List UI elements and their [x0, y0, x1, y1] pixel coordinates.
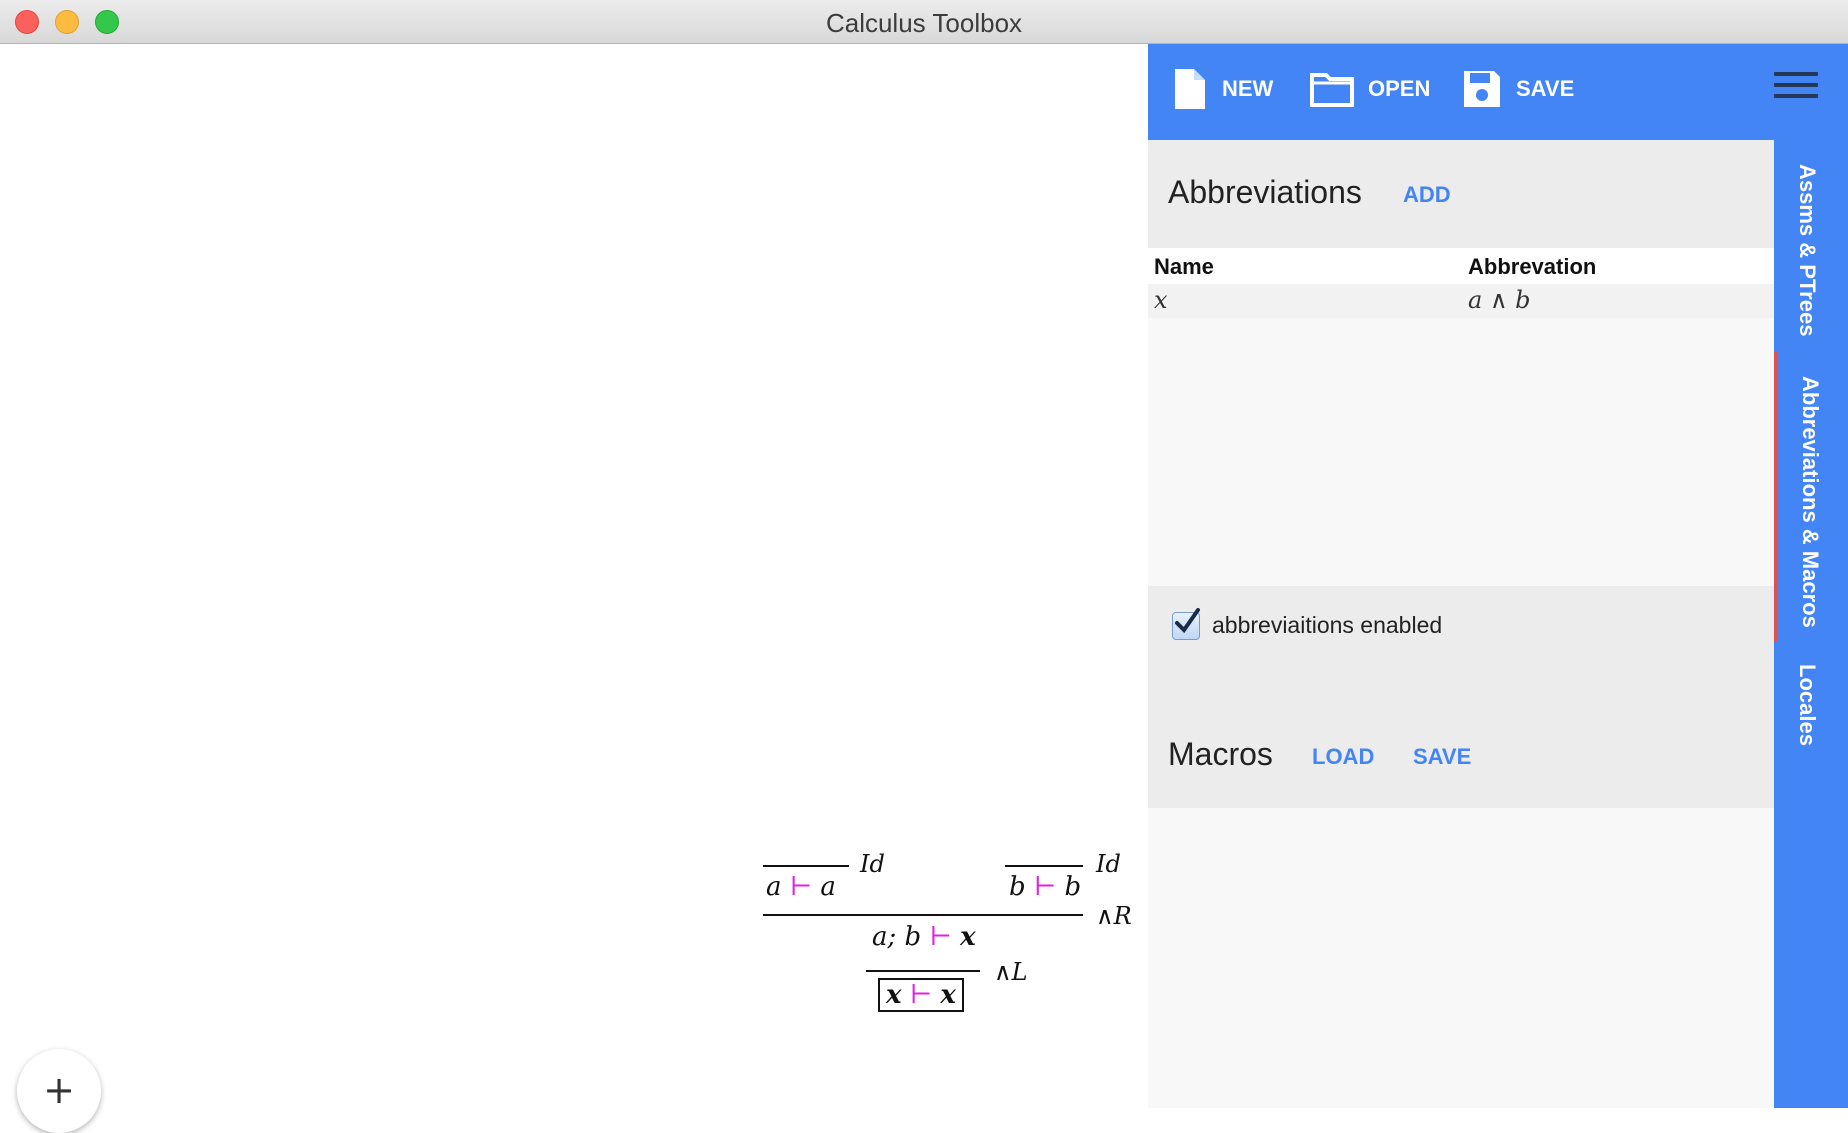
save-button[interactable]: SAVE [1462, 64, 1574, 114]
tab-abbreviations-macros[interactable]: Abbreviations & Macros [1774, 352, 1848, 642]
side-tab-bar: Assms & PTrees Abbreviations & Macros Lo… [1774, 140, 1848, 1108]
window-titlebar: Calculus Toolbox [0, 0, 1848, 44]
new-button[interactable]: NEW [1172, 64, 1273, 114]
sequent-right-leaf[interactable]: b ⊢ b [1009, 872, 1081, 902]
save-disk-icon [1464, 71, 1500, 107]
sequent-middle[interactable]: a; b ⊢ x [872, 922, 976, 952]
cell-abbreviation: a ∧ b [1468, 286, 1531, 314]
rule-line-right-leaf [1005, 865, 1083, 867]
add-fab-button[interactable]: + [17, 1049, 101, 1133]
abbreviations-enabled-label: abbreviaitions enabled [1212, 612, 1443, 638]
rule-label-left-id: Id [860, 850, 885, 878]
window-title: Calculus Toolbox [825, 8, 1023, 38]
abbreviations-enabled-checkbox[interactable] [1172, 608, 1200, 640]
column-header-abbreviation: Abbrevation [1468, 254, 1597, 279]
tab-assms-ptrees[interactable]: Assms & PTrees [1774, 164, 1848, 364]
abbreviations-title: Abbreviations [1168, 174, 1362, 210]
folder-icon [1310, 73, 1354, 107]
abbreviations-header: Abbreviations ADD [1148, 140, 1774, 248]
abbreviations-table: Name Abbrevation x a ∧ b [1148, 248, 1774, 318]
macros-title: Macros [1168, 736, 1273, 772]
load-macros-button[interactable]: LOAD [1312, 744, 1374, 770]
sequent-left-leaf[interactable]: a ⊢ a [766, 872, 836, 902]
cell-name: x [1154, 286, 1168, 314]
rule-label-and-l: ∧L [994, 958, 1028, 986]
save-button-label: SAVE [1516, 76, 1575, 101]
macros-header: Macros LOAD SAVE [1148, 686, 1774, 808]
panel-empty-area [1148, 808, 1774, 1108]
new-button-label: NEW [1222, 76, 1274, 101]
rule-line-root [866, 970, 980, 972]
save-macros-button[interactable]: SAVE [1413, 744, 1471, 770]
open-button-label: OPEN [1368, 76, 1431, 101]
tab-locales[interactable]: Locales [1774, 664, 1848, 784]
new-file-icon [1175, 69, 1205, 109]
table-header-row: Name Abbrevation [1148, 248, 1774, 284]
right-panel: NEW OPEN SAVE Abbreviations ADD Name Abb… [1148, 44, 1848, 1108]
table-row[interactable]: x a ∧ b [1148, 284, 1774, 318]
panel-toolbar: NEW OPEN SAVE [1148, 44, 1848, 140]
sequent-root-selected[interactable]: x ⊢ x [878, 978, 964, 1012]
rule-label-and-r: ∧R [1096, 902, 1132, 930]
rule-line-left-leaf [763, 865, 849, 867]
rule-line-middle [763, 914, 1083, 916]
checkmark-icon [1175, 608, 1200, 634]
open-button[interactable]: OPEN [1310, 64, 1430, 114]
add-abbreviation-button[interactable]: ADD [1403, 182, 1451, 208]
rule-label-right-id: Id [1096, 850, 1121, 878]
column-header-name: Name [1154, 254, 1214, 279]
proof-canvas[interactable]: a ⊢ a Id b ⊢ b Id a; b ⊢ x ∧R x ⊢ x ∧L + [0, 44, 1148, 1133]
hamburger-menu-icon[interactable] [1774, 72, 1818, 112]
